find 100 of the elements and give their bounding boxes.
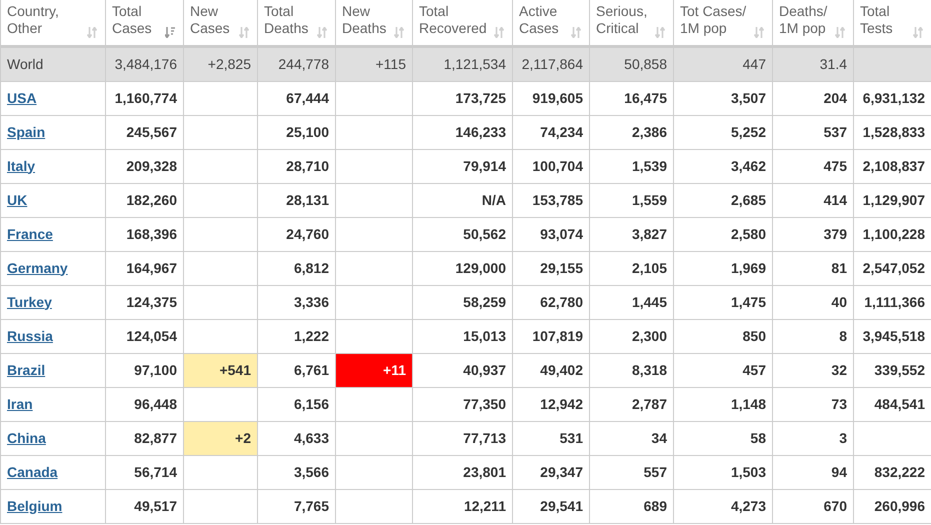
table-cell: 4,273 bbox=[674, 489, 772, 523]
table-cell: 40 bbox=[772, 285, 854, 319]
table-cell: 689 bbox=[590, 489, 674, 523]
table-cell: 40,937 bbox=[412, 353, 512, 387]
table-cell: 3,507 bbox=[674, 81, 772, 115]
column-header[interactable]: Serious, Critical bbox=[596, 3, 667, 37]
table-cell: 1,539 bbox=[590, 149, 674, 183]
table-cell: +2 bbox=[184, 421, 258, 455]
table-cell: 244,778 bbox=[258, 46, 336, 81]
table-cell: 1,503 bbox=[674, 455, 772, 489]
column-header[interactable]: New Deaths bbox=[342, 3, 406, 37]
table-cell: 3,566 bbox=[258, 455, 336, 489]
table-cell: 8 bbox=[772, 319, 854, 353]
table-cell: 2,300 bbox=[590, 319, 674, 353]
column-header[interactable]: Active Cases bbox=[519, 3, 583, 37]
country-link[interactable]: Italy bbox=[7, 158, 36, 174]
country-link[interactable]: Spain bbox=[7, 124, 46, 140]
country-link[interactable]: China bbox=[7, 430, 46, 446]
column-header[interactable]: Total Deaths bbox=[264, 3, 329, 37]
table-cell: 1,445 bbox=[590, 285, 674, 319]
table-cell: 182,260 bbox=[106, 183, 184, 217]
column-header[interactable]: Total Tests bbox=[860, 3, 925, 37]
table-cell: 94 bbox=[772, 455, 854, 489]
table-cell: 4,633 bbox=[258, 421, 336, 455]
table-cell: 457 bbox=[674, 353, 772, 387]
table-cell: 670 bbox=[772, 489, 854, 523]
table-cell: 16,475 bbox=[590, 81, 674, 115]
column-header[interactable]: Total Cases bbox=[112, 3, 177, 37]
table-cell: 3,827 bbox=[590, 217, 674, 251]
table-cell: 379 bbox=[772, 217, 854, 251]
table-cell: 67,444 bbox=[258, 81, 336, 115]
table-cell: 204 bbox=[772, 81, 854, 115]
table-cell: +2,825 bbox=[184, 46, 258, 81]
table-cell: 537 bbox=[772, 115, 854, 149]
table-cell: 79,914 bbox=[412, 149, 512, 183]
table-cell: 29,155 bbox=[512, 251, 590, 285]
sort-icon[interactable] bbox=[317, 26, 327, 38]
sort-icon[interactable] bbox=[394, 26, 404, 38]
sort-icon[interactable] bbox=[87, 26, 97, 38]
table-cell: 23,801 bbox=[412, 455, 512, 489]
sort-icon[interactable] bbox=[571, 26, 581, 38]
column-header[interactable]: Country, Other bbox=[7, 3, 99, 37]
table-cell: 24,760 bbox=[258, 217, 336, 251]
table-cell: 475 bbox=[772, 149, 854, 183]
column-header[interactable]: Deaths/ 1M pop bbox=[779, 3, 847, 37]
table-cell: 164,967 bbox=[106, 251, 184, 285]
table-cell: 12,211 bbox=[412, 489, 512, 523]
table-cell: 1,121,534 bbox=[412, 46, 512, 81]
country-link[interactable]: UK bbox=[7, 192, 28, 208]
table-cell: 31.4 bbox=[772, 46, 854, 81]
column-header[interactable]: Total Recovered bbox=[419, 3, 506, 37]
table-cell: 2,105 bbox=[590, 251, 674, 285]
table-cell: 3,484,176 bbox=[106, 46, 184, 81]
table-cell: 8,318 bbox=[590, 353, 674, 387]
table-cell: 29,347 bbox=[512, 455, 590, 489]
country-link[interactable]: Iran bbox=[7, 396, 33, 412]
table-cell: 49,402 bbox=[512, 353, 590, 387]
country-link[interactable]: USA bbox=[7, 90, 37, 106]
sort-icon[interactable] bbox=[239, 26, 249, 38]
sort-icon[interactable] bbox=[754, 26, 764, 38]
sort-icon[interactable] bbox=[165, 26, 175, 38]
table-cell: 531 bbox=[512, 421, 590, 455]
table-cell: 124,375 bbox=[106, 285, 184, 319]
table-cell: 1,969 bbox=[674, 251, 772, 285]
sort-icon[interactable] bbox=[835, 26, 845, 38]
table-cell: 414 bbox=[772, 183, 854, 217]
table-cell: 919,605 bbox=[512, 81, 590, 115]
table-cell: 29,541 bbox=[512, 489, 590, 523]
table-cell: 146,233 bbox=[412, 115, 512, 149]
table-cell: 73 bbox=[772, 387, 854, 421]
country-link[interactable]: Brazil bbox=[7, 362, 46, 378]
table-cell: 50,562 bbox=[412, 217, 512, 251]
table-cell: 2,386 bbox=[590, 115, 674, 149]
table-cell: 1,559 bbox=[590, 183, 674, 217]
table-cell: 1,222 bbox=[258, 319, 336, 353]
table-cell: +11 bbox=[336, 353, 412, 387]
column-header[interactable]: Tot Cases/ 1M pop bbox=[680, 3, 766, 37]
table-cell: +115 bbox=[336, 46, 412, 81]
table-cell: 2,580 bbox=[674, 217, 772, 251]
table-cell: 58,259 bbox=[412, 285, 512, 319]
table-cell: 3,336 bbox=[258, 285, 336, 319]
sort-icon[interactable] bbox=[655, 26, 665, 38]
table-cell: 1,148 bbox=[674, 387, 772, 421]
table-cell: 56,714 bbox=[106, 455, 184, 489]
table-cell: 2,117,864 bbox=[512, 46, 590, 81]
table-cell: 124,054 bbox=[106, 319, 184, 353]
table-cell: 5,252 bbox=[674, 115, 772, 149]
sort-icon[interactable] bbox=[913, 26, 923, 38]
table-cell: 15,013 bbox=[412, 319, 512, 353]
table-cell: 81 bbox=[772, 251, 854, 285]
sort-icon[interactable] bbox=[494, 26, 504, 38]
table-cell: 32 bbox=[772, 353, 854, 387]
table-cell: 49,517 bbox=[106, 489, 184, 523]
table-cell: 74,234 bbox=[512, 115, 590, 149]
table-cell: 1,475 bbox=[674, 285, 772, 319]
table-cell: 2,787 bbox=[590, 387, 674, 421]
table-cell: 2,685 bbox=[674, 183, 772, 217]
table-cell: 28,710 bbox=[258, 149, 336, 183]
column-header[interactable]: New Cases bbox=[190, 3, 251, 37]
table-cell: 129,000 bbox=[412, 251, 512, 285]
